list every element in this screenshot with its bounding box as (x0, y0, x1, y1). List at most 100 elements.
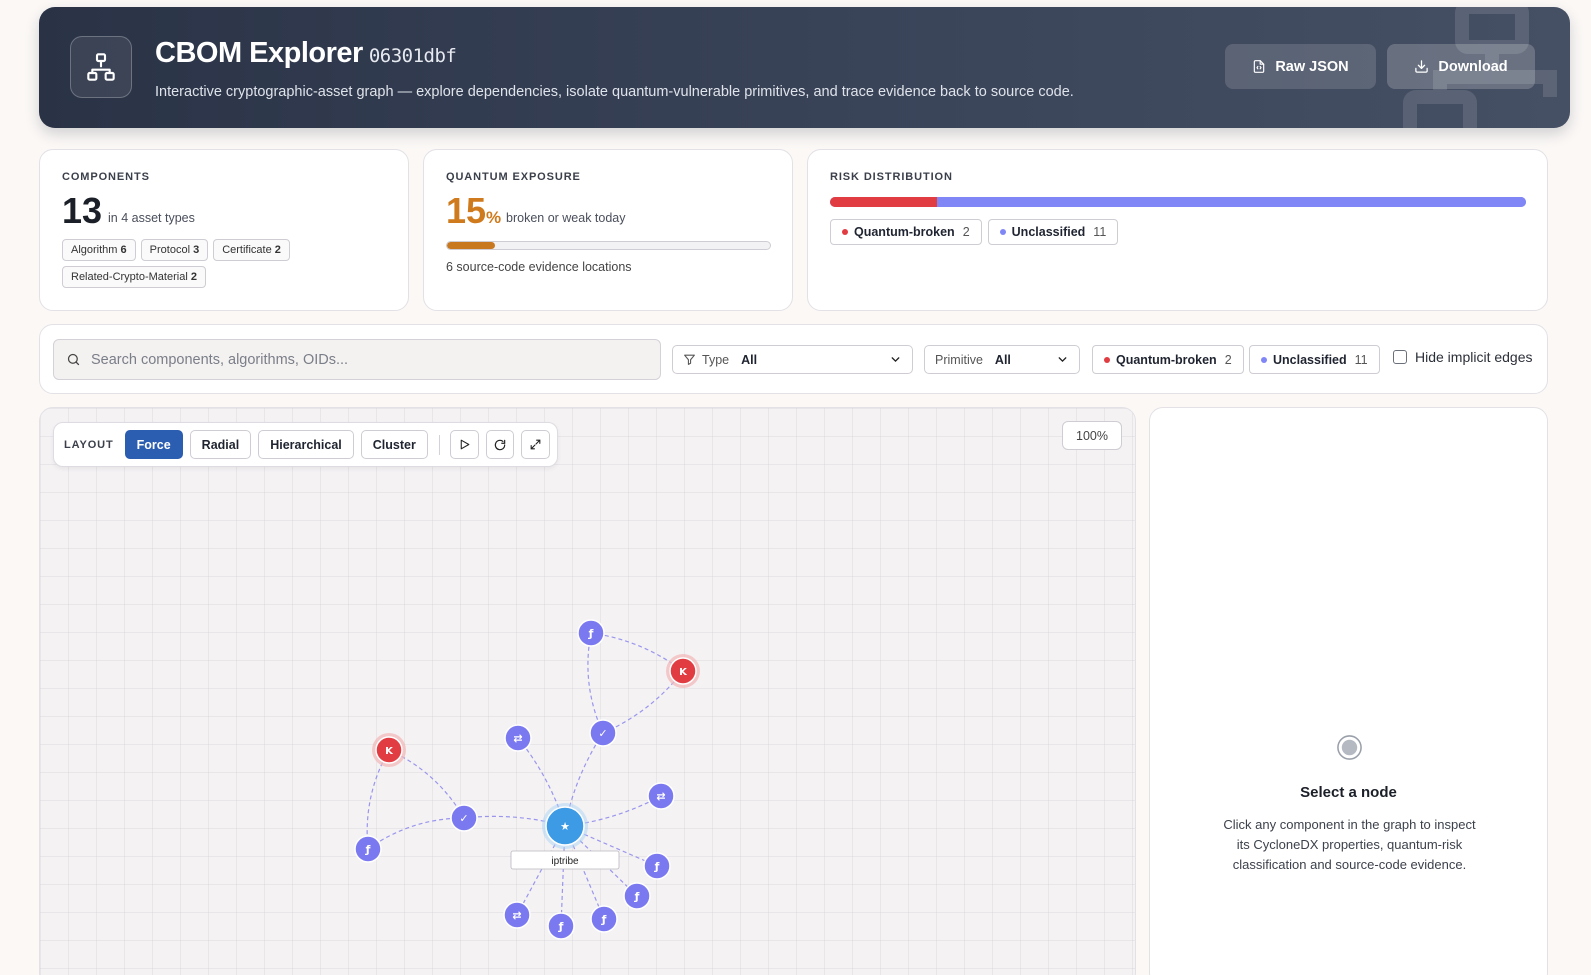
quantum-exposure-value: 15% (446, 190, 501, 232)
quantum-exposure-subtext: broken or weak today (506, 211, 626, 225)
asset-type-count: 6 (120, 244, 127, 256)
hide-implicit-edges-checkbox[interactable] (1393, 350, 1407, 364)
svg-text:ƒ: ƒ (558, 920, 564, 933)
type-filter-select[interactable]: Type All (672, 345, 913, 374)
graph-node-c2[interactable]: ✓ (450, 804, 478, 832)
svg-text:⇄: ⇄ (512, 909, 521, 922)
asset-type-chips: Algorithm 6 Protocol 3 Certificate 2 Rel… (62, 239, 392, 288)
asset-type-chip[interactable]: Related-Crypto-Material 2 (62, 266, 206, 288)
filter-chip-count: 2 (1224, 352, 1232, 367)
components-count: 13 (62, 190, 103, 231)
quantum-exposure-label: QUANTUM EXPOSURE (446, 171, 581, 183)
type-filter-label: Type (702, 352, 730, 367)
search-icon (67, 353, 80, 366)
page-subtitle: Interactive cryptographic-asset graph — … (155, 84, 1074, 100)
graph-svg[interactable]: ★ iptribe ƒ K ✓ ⇄ K ✓ ƒ ⇄ ƒ ƒ ƒ ƒ ⇄ (40, 408, 1136, 975)
filter-bar: Type All Primitive All Quantum-broken 2 U… (39, 324, 1548, 394)
svg-text:ƒ: ƒ (365, 843, 371, 856)
graph-node-s1[interactable]: ⇄ (504, 724, 532, 752)
layout-label: LAYOUT (64, 438, 114, 451)
exposure-unit: % (486, 208, 502, 227)
svg-text:ƒ: ƒ (601, 913, 607, 926)
quantum-exposure-card: QUANTUM EXPOSURE 15% broken or weak toda… (423, 149, 793, 311)
primitive-filter-label: Primitive (935, 352, 983, 367)
play-icon (460, 439, 470, 450)
play-button[interactable] (449, 430, 479, 459)
chevron-down-icon (891, 357, 900, 363)
graph-node-f4[interactable]: ƒ (623, 882, 651, 910)
graph-edge (367, 817, 465, 850)
layout-cluster-button[interactable]: Cluster (360, 430, 428, 459)
sitemap-icon (70, 36, 132, 98)
filter-chip-label: Unclassified (1273, 352, 1347, 367)
graph-node-f2[interactable]: ƒ (354, 835, 382, 863)
asset-type-count: 2 (274, 244, 281, 256)
graph-node-root[interactable]: ★ iptribe (510, 803, 620, 870)
graph-node-f1[interactable]: ƒ (577, 619, 605, 647)
primitive-filter-select[interactable]: Primitive All (924, 345, 1080, 374)
filter-chip-count: 11 (1354, 352, 1368, 367)
reset-layout-button[interactable] (485, 430, 515, 459)
filter-unclassified-chip[interactable]: Unclassified 11 (1249, 345, 1380, 374)
asset-type-chip[interactable]: Algorithm 6 (62, 239, 136, 261)
raw-json-label: Raw JSON (1275, 58, 1349, 75)
graph-canvas[interactable]: ★ iptribe ƒ K ✓ ⇄ K ✓ ƒ ⇄ ƒ ƒ ƒ ƒ ⇄ LAYOUT Force Radia… (39, 407, 1136, 975)
components-label: COMPONENTS (62, 171, 150, 183)
search-input[interactable] (91, 351, 631, 368)
svg-text:K: K (679, 667, 688, 678)
asset-type-chip[interactable]: Protocol 3 (140, 239, 209, 261)
red-dot-icon (1104, 356, 1110, 363)
download-icon (1415, 60, 1429, 73)
svg-text:⇄: ⇄ (656, 790, 665, 803)
svg-text:★: ★ (560, 820, 570, 833)
graph-node-s3[interactable]: ⇄ (503, 901, 531, 929)
graph-node-k1[interactable]: K (666, 654, 700, 688)
search-box[interactable] (53, 339, 661, 380)
zoom-level[interactable]: 100% (1062, 421, 1122, 450)
red-dot-icon (842, 229, 848, 235)
svg-text:✓: ✓ (598, 727, 607, 740)
download-label: Download (1438, 58, 1508, 75)
blue-dot-icon (999, 229, 1006, 235)
exposure-percent: 15 (446, 190, 487, 231)
expand-icon (530, 439, 541, 450)
hide-implicit-edges-label: Hide implicit edges (1415, 349, 1533, 365)
svg-text:ƒ: ƒ (654, 860, 660, 873)
node-detail-panel: Select a node Click any component in the… (1149, 407, 1548, 975)
graph-node-f5[interactable]: ƒ (590, 905, 618, 933)
layout-force-button[interactable]: Force (124, 430, 183, 459)
components-card: COMPONENTS 13 in 4 asset types Algorithm… (39, 149, 409, 311)
asset-type-count: 3 (193, 244, 200, 256)
filter-icon (684, 354, 695, 365)
svg-text:K: K (385, 746, 394, 757)
blue-dot-icon (1261, 356, 1267, 363)
exposure-progress-bar (446, 241, 771, 250)
legend-quantum-broken[interactable]: Quantum-broken 2 (830, 219, 982, 245)
risk-distribution-card: RISK DISTRIBUTION Quantum-broken 2 Unclas… (807, 149, 1548, 311)
asset-type-chip[interactable]: Certificate 2 (213, 239, 290, 261)
graph-node-f6[interactable]: ƒ (547, 912, 575, 940)
raw-json-button[interactable]: Raw JSON (1225, 44, 1376, 89)
hide-implicit-edges-toggle[interactable]: Hide implicit edges (1393, 349, 1533, 365)
graph-node-c1[interactable]: ✓ (589, 719, 617, 747)
chevron-down-icon (1058, 357, 1067, 363)
svg-text:⇄: ⇄ (513, 732, 522, 745)
empty-state-description: Click any component in the graph to insp… (1223, 817, 1476, 872)
asset-type-name: Related-Crypto-Material (71, 271, 188, 283)
legend-count: 2 (962, 225, 970, 239)
empty-state-title: Select a node (1300, 784, 1397, 801)
graph-node-k2[interactable]: K (372, 733, 406, 767)
download-button[interactable]: Download (1387, 44, 1535, 89)
asset-type-name: Certificate (222, 244, 272, 256)
graph-node-f3[interactable]: ƒ (643, 852, 671, 880)
asset-type-name: Algorithm (71, 244, 118, 256)
fullscreen-button[interactable] (521, 430, 550, 459)
layout-hierarchical-button[interactable]: Hierarchical (258, 430, 354, 459)
type-filter-value: All (741, 352, 758, 367)
legend-unclassified[interactable]: Unclassified 11 (987, 219, 1119, 245)
layout-radial-button[interactable]: Radial (189, 430, 252, 459)
svg-text:ƒ: ƒ (588, 627, 594, 640)
page-title: CBOM Explorer 06301dbf (155, 37, 457, 70)
graph-node-s2[interactable]: ⇄ (647, 782, 675, 810)
filter-quantum-broken-chip[interactable]: Quantum-broken 2 (1092, 345, 1244, 374)
